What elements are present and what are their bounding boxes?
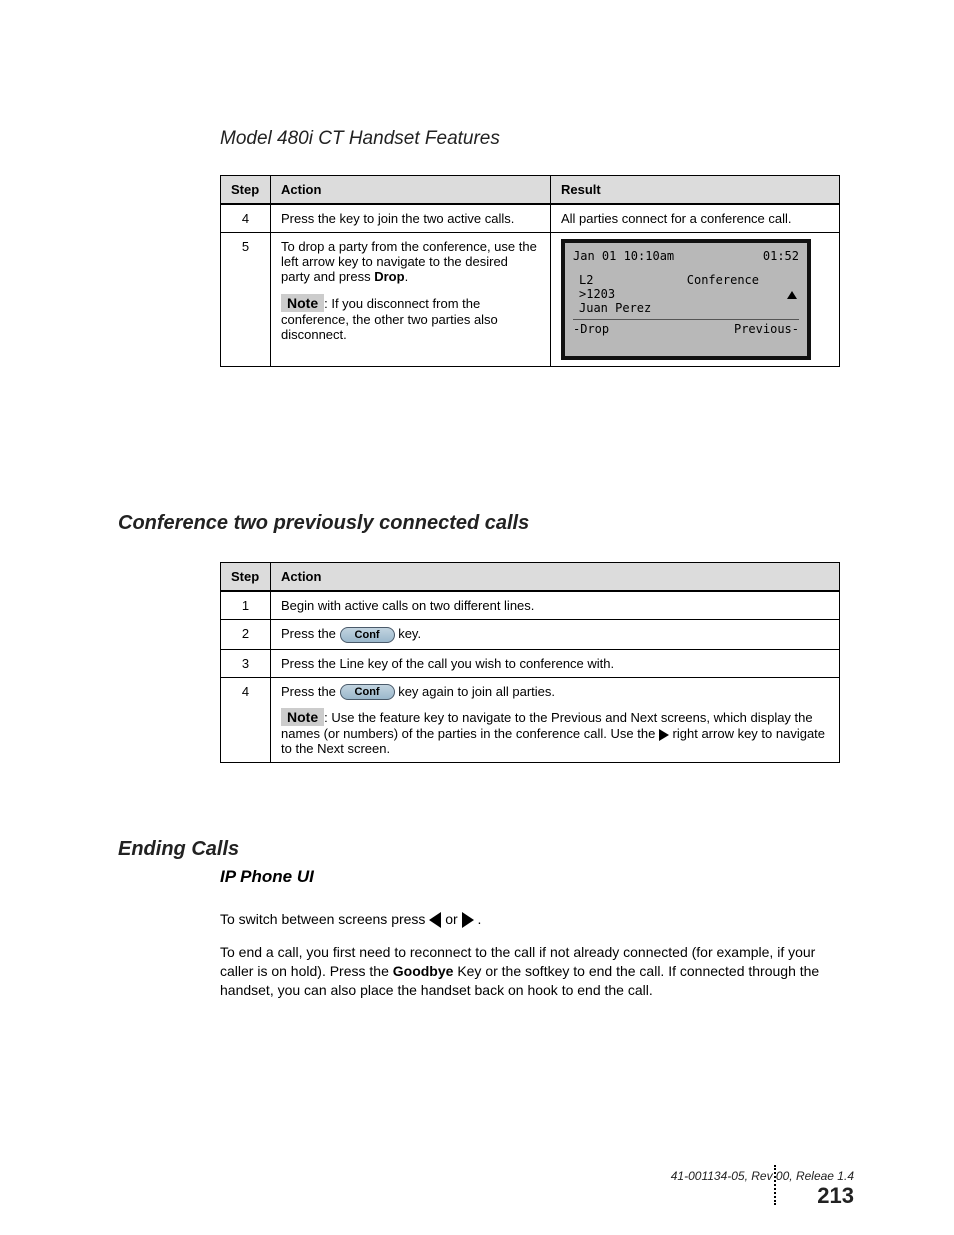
step-action: Begin with active calls on two different… <box>271 591 840 620</box>
softkey-previous: Previous- <box>734 322 799 336</box>
step-action: Press the key to join the two active cal… <box>271 204 551 233</box>
step-action: Press the Conf key. <box>271 620 840 650</box>
ending-calls-paragraph: To switch between screens press or . To … <box>220 910 840 1000</box>
step-number: 3 <box>221 649 271 677</box>
step-number: 4 <box>221 677 271 763</box>
step-number: 4 <box>221 204 271 233</box>
col-step: Step <box>221 563 271 592</box>
col-action: Action <box>271 176 551 205</box>
section-title-prefix: Model 480i CT Handset <box>220 128 425 149</box>
step-number: 1 <box>221 591 271 620</box>
table-row: 4 Press the key to join the two active c… <box>221 204 840 233</box>
step-result: All parties connect for a conference cal… <box>551 204 840 233</box>
page-number: 213 <box>671 1183 854 1209</box>
note-label: Note <box>281 708 324 726</box>
step-number: 5 <box>221 233 271 367</box>
softkey-drop: -Drop <box>573 322 609 336</box>
subsection-heading: Conference two previously connected call… <box>118 512 529 535</box>
lcd-datetime: Jan 01 10:10am <box>573 249 674 263</box>
col-action: Action <box>271 563 840 592</box>
lcd-state: Conference <box>687 273 759 287</box>
doc-revision: 41-001134-05, Rev 00, Releae 1.4 <box>671 1169 854 1183</box>
table-row: 5 To drop a party from the conference, u… <box>221 233 840 367</box>
page-footer: 41-001134-05, Rev 00, Releae 1.4 213 <box>671 1169 854 1209</box>
step-action: Press the Conf key again to join all par… <box>271 677 840 763</box>
table-row: 4 Press the Conf key again to join all p… <box>221 677 840 763</box>
conference-two-calls-table: Step Action 1 Begin with active calls on… <box>220 562 840 763</box>
section-title: Features <box>425 128 500 149</box>
col-result: Result <box>551 176 840 205</box>
right-arrow-icon <box>462 912 474 928</box>
section-heading: Model 480i CT Handset Features <box>220 128 840 150</box>
lcd-timer: 01:52 <box>763 249 799 263</box>
col-step: Step <box>221 176 271 205</box>
lcd-line-indicator: L2 <box>573 273 593 287</box>
step-number: 2 <box>221 620 271 650</box>
conf-key-icon: Conf <box>340 627 395 643</box>
lcd-caller: Juan Perez <box>573 301 799 315</box>
conference-steps-table-continued: Step Action Result 4 Press the key to jo… <box>220 175 840 367</box>
subsection: Ending Calls IP Phone UI <box>118 838 840 887</box>
ip-phone-ui-heading: IP Phone UI <box>220 867 840 887</box>
note-label: Note <box>281 294 324 312</box>
step-result-screenshot: Jan 01 10:10am 01:52 L2 Conference >1203… <box>551 233 840 367</box>
table-row: 1 Begin with active calls on two differe… <box>221 591 840 620</box>
phone-lcd: Jan 01 10:10am 01:52 L2 Conference >1203… <box>561 239 811 360</box>
ending-calls-heading: Ending Calls <box>118 838 840 861</box>
step-action: To drop a party from the conference, use… <box>271 233 551 367</box>
left-arrow-icon <box>429 912 441 928</box>
conf-key-icon: Conf <box>340 684 395 700</box>
step-action: Press the Line key of the call you wish … <box>271 649 840 677</box>
lcd-extension: >1203 <box>573 287 799 301</box>
up-arrow-icon <box>787 291 797 299</box>
subsection: Conference two previously connected call… <box>118 512 529 541</box>
right-arrow-icon <box>659 729 669 741</box>
table-row: 3 Press the Line key of the call you wis… <box>221 649 840 677</box>
table-row: 2 Press the Conf key. <box>221 620 840 650</box>
